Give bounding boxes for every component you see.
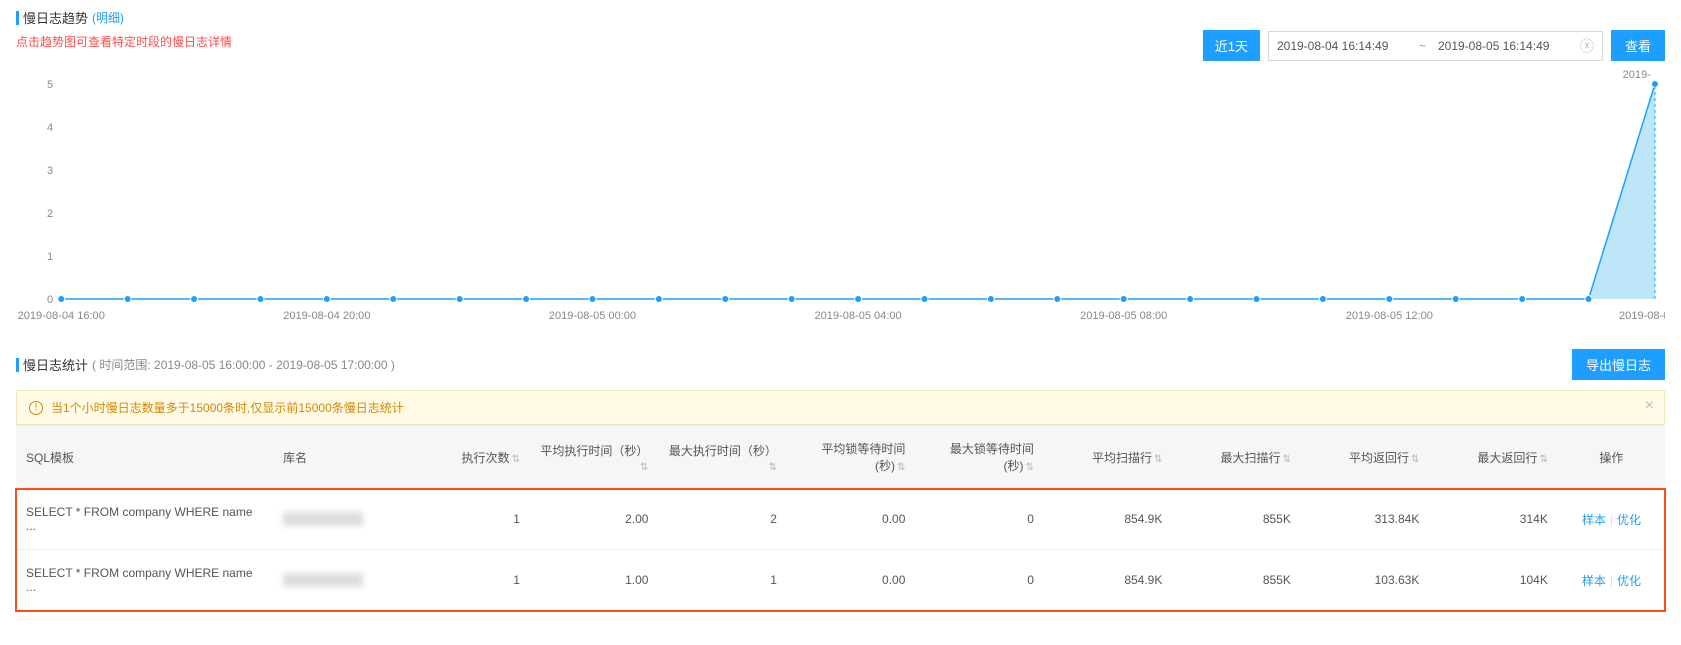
date-from-input[interactable] bbox=[1277, 39, 1407, 53]
range-1day-button[interactable]: 近1天 bbox=[1203, 30, 1260, 61]
stats-header: 慢日志统计 ( 时间范围: 2019-08-05 16:00:00 - 2019… bbox=[16, 349, 1665, 380]
col-avg-exec[interactable]: 平均执行时间（秒）⇅ bbox=[530, 426, 658, 489]
close-icon[interactable]: × bbox=[1645, 397, 1654, 415]
col-exec-count[interactable]: 执行次数⇅ bbox=[412, 426, 530, 489]
cell-max-scan: 855K bbox=[1172, 550, 1300, 611]
clear-icon[interactable]: ⓧ bbox=[1580, 36, 1594, 56]
col-max-ret[interactable]: 最大返回行⇅ bbox=[1429, 426, 1557, 489]
date-range-picker[interactable]: ~ ⓧ bbox=[1268, 31, 1603, 61]
sort-icon: ⇅ bbox=[1411, 454, 1419, 465]
col-max-lock[interactable]: 最大锁等待时间 (秒)⇅ bbox=[915, 426, 1043, 489]
svg-text:2019-: 2019- bbox=[1623, 69, 1652, 81]
col-max-scan[interactable]: 最大扫描行⇅ bbox=[1172, 426, 1300, 489]
stats-range-text: ( 时间范围: 2019-08-05 16:00:00 - 2019-08-05… bbox=[92, 356, 395, 373]
cell-avg-lock: 0.00 bbox=[787, 550, 915, 611]
svg-text:2: 2 bbox=[47, 208, 53, 220]
export-slowlog-button[interactable]: 导出慢日志 bbox=[1572, 349, 1665, 380]
trend-chart[interactable]: 0 1 2 3 4 5 2019- 2019-08-04 16:00 2019-08-04 20… bbox=[16, 69, 1665, 329]
svg-text:3: 3 bbox=[47, 165, 53, 177]
sample-link[interactable]: 样本 bbox=[1582, 574, 1606, 588]
sort-icon: ⇅ bbox=[512, 454, 520, 465]
sample-link[interactable]: 样本 bbox=[1582, 513, 1606, 527]
query-button[interactable]: 查看 bbox=[1611, 30, 1665, 61]
svg-text:1: 1 bbox=[47, 251, 53, 263]
sort-icon: ⇅ bbox=[1539, 454, 1547, 465]
col-avg-scan[interactable]: 平均扫描行⇅ bbox=[1044, 426, 1172, 489]
cell-avg-lock: 0.00 bbox=[787, 489, 915, 550]
cell-exec-count: 1 bbox=[412, 489, 530, 550]
date-to-input[interactable] bbox=[1438, 39, 1568, 53]
optimize-link[interactable]: 优化 bbox=[1617, 513, 1641, 527]
col-actions: 操作 bbox=[1558, 426, 1665, 489]
cell-db bbox=[273, 550, 412, 611]
sort-icon: ⇅ bbox=[769, 462, 777, 473]
sort-icon: ⇅ bbox=[640, 462, 648, 473]
trend-title: 慢日志趋势 (明细) bbox=[16, 8, 1665, 27]
cell-db bbox=[273, 489, 412, 550]
table-row: SELECT * FROM company WHERE name ... 12.0… bbox=[16, 489, 1665, 550]
col-db[interactable]: 库名 bbox=[273, 426, 412, 489]
date-sep: ~ bbox=[1419, 39, 1426, 53]
svg-text:2019-08-04 20:00: 2019-08-04 20:00 bbox=[283, 310, 370, 322]
cell-exec-count: 1 bbox=[412, 550, 530, 611]
svg-text:5: 5 bbox=[47, 79, 53, 91]
col-sql[interactable]: SQL模板 bbox=[16, 426, 273, 489]
cell-max-ret: 314K bbox=[1429, 489, 1557, 550]
col-avg-lock[interactable]: 平均锁等待时间 (秒)⇅ bbox=[787, 426, 915, 489]
cell-sql: SELECT * FROM company WHERE name ... bbox=[16, 550, 273, 611]
alert-text: 当1个小时慢日志数量多于15000条时,仅显示前15000条慢日志统计 bbox=[51, 399, 404, 416]
stats-title-text: 慢日志统计 bbox=[23, 355, 88, 374]
svg-text:2019-08-05 16: 2019-08-05 16 bbox=[1619, 310, 1665, 322]
cell-max-lock: 0 bbox=[915, 489, 1043, 550]
sort-icon: ⇅ bbox=[897, 462, 905, 473]
title-bar bbox=[16, 358, 19, 372]
cell-max-scan: 855K bbox=[1172, 489, 1300, 550]
slowlog-table: SQL模板 库名 执行次数⇅ 平均执行时间（秒）⇅ 最大执行时间（秒）⇅ 平均锁… bbox=[16, 425, 1665, 611]
table-row: SELECT * FROM company WHERE name ... 11.0… bbox=[16, 550, 1665, 611]
cell-sql: SELECT * FROM company WHERE name ... bbox=[16, 489, 273, 550]
cell-avg-scan: 854.9K bbox=[1044, 550, 1172, 611]
cell-max-exec: 2 bbox=[658, 489, 786, 550]
toolbar: 近1天 ~ ⓧ 查看 bbox=[16, 30, 1665, 61]
svg-text:2019-08-04 16:00: 2019-08-04 16:00 bbox=[18, 310, 105, 322]
col-avg-ret[interactable]: 平均返回行⇅ bbox=[1301, 426, 1429, 489]
detail-link[interactable]: (明细) bbox=[92, 9, 124, 26]
trend-title-text: 慢日志趋势 bbox=[23, 8, 88, 27]
svg-text:2019-08-05 00:00: 2019-08-05 00:00 bbox=[549, 310, 636, 322]
cell-max-exec: 1 bbox=[658, 550, 786, 611]
svg-text:4: 4 bbox=[47, 122, 53, 134]
cell-avg-exec: 2.00 bbox=[530, 489, 658, 550]
warning-icon: ! bbox=[29, 401, 43, 415]
cell-avg-ret: 103.63K bbox=[1301, 550, 1429, 611]
title-bar bbox=[16, 11, 19, 25]
sort-icon: ⇅ bbox=[1026, 462, 1034, 473]
cell-actions: 样本|优化 bbox=[1558, 550, 1665, 611]
cell-actions: 样本|优化 bbox=[1558, 489, 1665, 550]
alert-banner: ! 当1个小时慢日志数量多于15000条时,仅显示前15000条慢日志统计 × bbox=[16, 390, 1665, 425]
svg-text:2019-08-05 08:00: 2019-08-05 08:00 bbox=[1080, 310, 1167, 322]
sort-icon: ⇅ bbox=[1282, 454, 1290, 465]
optimize-link[interactable]: 优化 bbox=[1617, 574, 1641, 588]
svg-text:0: 0 bbox=[47, 294, 53, 306]
cell-max-lock: 0 bbox=[915, 550, 1043, 611]
sort-icon: ⇅ bbox=[1154, 454, 1162, 465]
cell-avg-exec: 1.00 bbox=[530, 550, 658, 611]
svg-text:2019-08-05 04:00: 2019-08-05 04:00 bbox=[814, 310, 901, 322]
cell-avg-ret: 313.84K bbox=[1301, 489, 1429, 550]
svg-text:2019-08-05 12:00: 2019-08-05 12:00 bbox=[1346, 310, 1433, 322]
cell-avg-scan: 854.9K bbox=[1044, 489, 1172, 550]
col-max-exec[interactable]: 最大执行时间（秒）⇅ bbox=[658, 426, 786, 489]
cell-max-ret: 104K bbox=[1429, 550, 1557, 611]
